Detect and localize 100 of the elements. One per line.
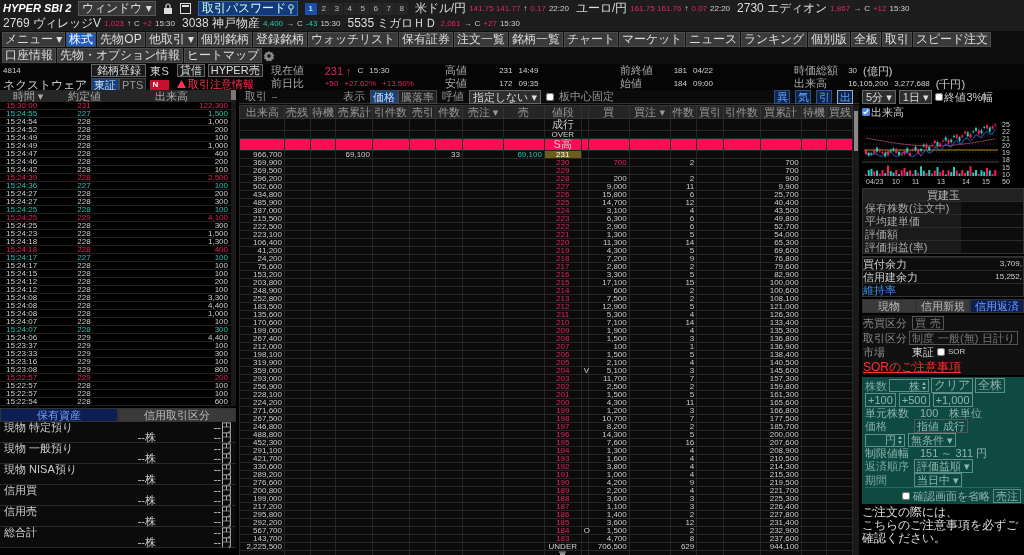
price-cell[interactable]: 231 bbox=[544, 150, 582, 159]
price-cell[interactable]: 221 bbox=[544, 230, 582, 239]
column-header[interactable]: 売注 ▾ bbox=[462, 105, 504, 119]
price-cell[interactable]: 225 bbox=[544, 198, 582, 207]
toolbar-button[interactable]: 口座情報 bbox=[2, 48, 56, 63]
price-cell[interactable]: 190 bbox=[544, 478, 582, 487]
settings-icon[interactable] bbox=[263, 49, 275, 62]
quantity-button[interactable]: 全株 bbox=[975, 378, 1005, 393]
interval-dropdown[interactable]: 5分 ▾ bbox=[862, 90, 896, 104]
scrollbar[interactable] bbox=[853, 105, 859, 555]
column-header[interactable]: 買残 bbox=[826, 105, 853, 119]
spinner-icon[interactable] bbox=[922, 381, 926, 390]
toolbar-button[interactable]: マーケット bbox=[619, 32, 686, 47]
toolbar-button[interactable]: ニュース bbox=[686, 32, 741, 47]
period-dropdown[interactable]: 当日中 ▾ bbox=[914, 473, 962, 487]
lock-icon[interactable] bbox=[162, 3, 173, 14]
panel-tab[interactable]: 信用取引区分 bbox=[118, 408, 236, 422]
condition-dropdown[interactable]: 無条件 ▾ bbox=[908, 433, 956, 447]
price-cell[interactable]: 192 bbox=[544, 462, 582, 471]
column-header[interactable]: 時間 ▾ bbox=[0, 90, 56, 102]
price-cell[interactable]: 201 bbox=[544, 390, 582, 399]
toolbar-button[interactable]: ウォッチリスト bbox=[308, 32, 399, 47]
price-cell[interactable]: 187 bbox=[544, 502, 582, 511]
price-cell[interactable]: 204 bbox=[544, 366, 582, 375]
toolbar-button[interactable]: 個別版 bbox=[808, 32, 851, 47]
price-cell[interactable]: OVER bbox=[544, 130, 582, 139]
menu-tab[interactable]: 他取引 ▾ bbox=[145, 32, 198, 47]
menu-tab[interactable]: 先物OP bbox=[97, 32, 145, 47]
option-button[interactable]: 制度 bbox=[910, 332, 936, 344]
toolbar-button[interactable]: 先物・オプション情報 bbox=[57, 48, 183, 63]
price-cell[interactable]: 成行 bbox=[544, 118, 582, 131]
layout-tab[interactable]: 3 bbox=[330, 2, 343, 15]
price-cell[interactable]: 210 bbox=[544, 318, 582, 327]
order-tab[interactable]: 現物 bbox=[862, 299, 916, 313]
option-button[interactable]: 買 bbox=[913, 317, 928, 329]
option-button[interactable]: 日計り bbox=[980, 332, 1018, 344]
price-cell[interactable]: 217 bbox=[544, 262, 582, 271]
toolbar-button[interactable]: 登録銘柄 bbox=[253, 32, 308, 47]
price-cell[interactable]: 188 bbox=[544, 494, 582, 503]
step-button[interactable]: +1,000 bbox=[932, 393, 973, 407]
price-cell[interactable]: 206 bbox=[544, 350, 582, 359]
quantity-field[interactable]: 株 bbox=[889, 379, 929, 392]
scrollbar[interactable] bbox=[231, 90, 236, 406]
price-cell[interactable]: 202 bbox=[544, 382, 582, 391]
notice-link[interactable]: SORのご注意事項 bbox=[863, 361, 961, 374]
price-cell[interactable]: 219 bbox=[544, 246, 582, 255]
quantity-button[interactable]: クリア bbox=[931, 378, 973, 393]
option-button[interactable]: 一般(無) bbox=[936, 332, 981, 344]
layout-tab[interactable]: 5 bbox=[356, 2, 369, 15]
price-cell[interactable]: 186 bbox=[544, 510, 582, 519]
column-header[interactable]: 売累計 bbox=[335, 105, 373, 119]
price-cell[interactable]: 209 bbox=[544, 326, 582, 335]
span-dropdown[interactable]: 1日 ▾ bbox=[898, 90, 933, 104]
register-button[interactable]: 銘柄登録 bbox=[91, 64, 147, 77]
layout-tab[interactable]: 2 bbox=[317, 2, 330, 15]
menu-button[interactable]: メニュー ▾ bbox=[2, 32, 66, 47]
toolbar-button[interactable]: ヒートマップ bbox=[184, 48, 262, 63]
price-cell[interactable]: 227 bbox=[544, 182, 582, 191]
price-cell[interactable]: 194 bbox=[544, 446, 582, 455]
price-cell[interactable]: 189 bbox=[544, 486, 582, 495]
option-button[interactable]: 成行 bbox=[941, 420, 967, 432]
submit-button[interactable]: 売注 bbox=[993, 489, 1021, 503]
price-cell[interactable]: 197 bbox=[544, 422, 582, 431]
news-badge[interactable]: N bbox=[150, 80, 169, 90]
price-cell[interactable]: 193 bbox=[544, 454, 582, 463]
menu-tab[interactable]: 株式 bbox=[66, 32, 97, 47]
price-cell[interactable]: 199 bbox=[544, 406, 582, 415]
layout-tab[interactable]: 1 bbox=[304, 2, 317, 15]
price-cell[interactable]: 185 bbox=[544, 518, 582, 527]
price-field[interactable]: 円 bbox=[865, 433, 905, 447]
ratio-link[interactable]: 維持率 bbox=[863, 284, 927, 296]
column-header[interactable]: 売残 bbox=[284, 105, 311, 119]
password-button[interactable]: 取引パスワード bbox=[197, 1, 298, 16]
price-cell[interactable]: 212 bbox=[544, 302, 582, 311]
checkbox[interactable] bbox=[935, 93, 944, 101]
column-header[interactable]: 出来高 bbox=[239, 105, 285, 119]
column-header[interactable]: 待機 bbox=[801, 105, 827, 119]
price-cell[interactable]: 195 bbox=[544, 438, 582, 447]
price-cell[interactable]: 218 bbox=[544, 254, 582, 263]
toolbar-button[interactable]: 全板 bbox=[851, 32, 882, 47]
price-cell[interactable]: 226 bbox=[544, 190, 582, 199]
price-cell[interactable]: 216 bbox=[544, 270, 582, 279]
column-header[interactable]: 引件数 bbox=[372, 105, 410, 119]
column-header[interactable]: 約定値 bbox=[56, 90, 112, 102]
price-cell[interactable]: 220 bbox=[544, 238, 582, 247]
column-header[interactable]: 件数 bbox=[435, 105, 463, 119]
toolbar-button[interactable]: 保有証券 bbox=[399, 32, 454, 47]
price-cell[interactable]: 215 bbox=[544, 278, 582, 287]
checkbox[interactable] bbox=[937, 348, 945, 356]
spinner-icon[interactable] bbox=[898, 436, 902, 444]
toolbar-button[interactable]: チャート bbox=[564, 32, 619, 47]
price-cell[interactable]: 191 bbox=[544, 470, 582, 479]
toolbar-button[interactable]: ランキング bbox=[741, 32, 808, 47]
price-cell[interactable]: 214 bbox=[544, 286, 582, 295]
option-button[interactable]: 売 bbox=[928, 317, 943, 329]
price-cell[interactable]: 224 bbox=[544, 206, 582, 215]
price-cell[interactable]: 228 bbox=[544, 174, 582, 183]
step-button[interactable]: +500 bbox=[898, 393, 930, 407]
price-cell[interactable]: 183 bbox=[544, 534, 582, 543]
checkbox[interactable] bbox=[862, 108, 870, 116]
